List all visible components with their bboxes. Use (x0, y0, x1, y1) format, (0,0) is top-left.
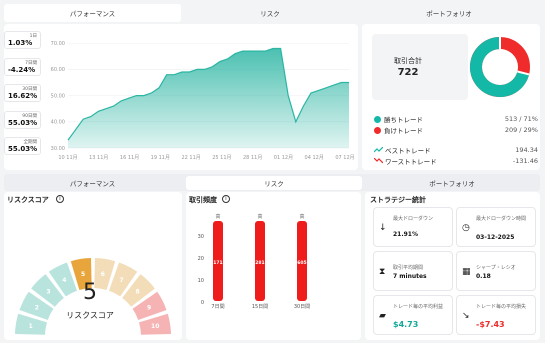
arrow-down-icon: ↓ (379, 223, 387, 233)
period-1d[interactable]: 1日 1.03% (4, 31, 41, 49)
y-tick-label: 50.00 (51, 93, 65, 99)
period-90d[interactable]: 90日間 55.03% (4, 111, 41, 129)
y-tick-label: 40.00 (51, 120, 65, 126)
tab-portfolio[interactable]: ポートフォリオ (359, 4, 539, 22)
x-tick-label: 10 11月 (58, 155, 77, 161)
y-tick-label: 30 (198, 234, 204, 240)
gauge-segment-label: 3 (46, 288, 50, 295)
gauge-segment-label: 6 (101, 271, 105, 278)
stat-avg-duration: ⧗ 取引平均期間 7 minutes (373, 251, 453, 291)
x-tick-label: 28 11月 (243, 155, 262, 161)
win-loss-donut (470, 37, 530, 97)
frequency-level: 高 (257, 213, 262, 220)
frequency-period: 30日間 (294, 304, 310, 310)
loss-dot (374, 126, 381, 134)
gauge-segment-label: 5 (81, 271, 85, 278)
frequency-period: 15日間 (252, 304, 268, 310)
trend-down-icon (374, 158, 383, 164)
y-tick-label: 70.00 (51, 41, 65, 47)
clock-icon: ◷ (462, 223, 470, 233)
risk-score-label: リスクスコア (66, 311, 114, 320)
x-tick-label: 07 12月 (335, 155, 354, 161)
frequency-count: 281 (255, 260, 264, 266)
info-icon[interactable]: i (222, 195, 230, 203)
subtab-performance[interactable]: パフォーマンス (4, 176, 181, 190)
performance-chart: 30.00 40.00 50.00 60.00 70.00 10 11月 13 11月 16 … (51, 41, 354, 161)
x-tick-label: 04 12月 (305, 155, 324, 161)
y-tick-label: 20 (198, 256, 204, 262)
frequency-bars: 30 20 10 0 高 171 7日間 高 281 15日間 高 605 30日間 (198, 213, 311, 310)
win-dot (374, 115, 381, 123)
trade-total-value: 722 (397, 67, 419, 78)
calculator-icon: ▦ (462, 267, 471, 277)
subtab-risk[interactable]: リスク (186, 176, 362, 190)
best-trade-row: ベストトレード 194.34 (374, 145, 538, 155)
tab-performance[interactable]: パフォーマンス (4, 4, 181, 22)
x-tick-label: 01 12月 (274, 155, 293, 161)
gauge-segment-label: 8 (135, 288, 139, 295)
y-tick-label: 10 (198, 278, 204, 284)
legend-losses: 負けトレード 209 / 29% (374, 125, 538, 135)
frequency-level: 高 (215, 213, 220, 220)
frequency-level: 高 (299, 213, 304, 220)
trend-up-icon (374, 147, 383, 153)
stat-max-drawdown-time: ◷ 最大ドローダウン時間 03-12-2025 (456, 207, 536, 247)
period-all[interactable]: 全期間 55.03% (4, 137, 41, 155)
frequency-count: 605 (297, 260, 306, 266)
stat-avg-profit: ▰ トレード毎の平均利益 $4.73 (373, 295, 453, 335)
info-icon[interactable]: i (56, 195, 64, 203)
stat-avg-loss: ↘ トレード毎の平均損失 -$7.43 (456, 295, 536, 335)
x-tick-label: 16 11月 (120, 155, 139, 161)
stat-sharpe: ▦ シャープ・レシオ 0.18 (456, 251, 536, 291)
risk-score-value: 5 (83, 280, 97, 305)
period-7d[interactable]: 7日間 -4.24% (4, 58, 41, 76)
gauge-segment-label: 7 (120, 277, 124, 284)
risk-score-title: リスクスコア (7, 196, 49, 204)
y-tick-label: 60.00 (51, 67, 65, 73)
cash-icon: ▰ (379, 311, 386, 321)
x-tick-label: 22 11月 (181, 155, 200, 161)
period-30d[interactable]: 30日間 16.62% (4, 84, 41, 102)
area-fill (68, 48, 349, 148)
x-tick-label: 25 11月 (212, 155, 231, 161)
worst-trade-row: ワーストトレード -131.46 (374, 156, 538, 166)
gauge-segment-label: 1 (29, 323, 33, 330)
frequency-period: 7日間 (211, 304, 224, 310)
y-tick-label: 30.00 (51, 146, 65, 152)
gauge-segment-label: 9 (147, 304, 151, 311)
subtab-portfolio[interactable]: ポートフォリオ (364, 176, 540, 190)
trade-total-label: 取引合計 (394, 57, 422, 65)
stat-max-drawdown: ↓ 最大ドローダウン 21.91% (373, 207, 453, 247)
legend-wins: 勝ちトレード 513 / 71% (374, 114, 538, 124)
x-tick-label: 19 11月 (151, 155, 170, 161)
y-tick-label: 0 (201, 300, 204, 306)
gauge-segment-label: 10 (151, 323, 159, 330)
x-tick-label: 13 11月 (89, 155, 108, 161)
strategy-title: ストラテジー統計 (370, 196, 426, 204)
chart-down-icon: ↘ (462, 311, 470, 321)
frequency-count: 171 (213, 260, 222, 266)
tab-risk[interactable]: リスク (181, 4, 359, 22)
gauge-segment-label: 2 (35, 304, 39, 311)
hourglass-icon: ⧗ (379, 267, 386, 277)
